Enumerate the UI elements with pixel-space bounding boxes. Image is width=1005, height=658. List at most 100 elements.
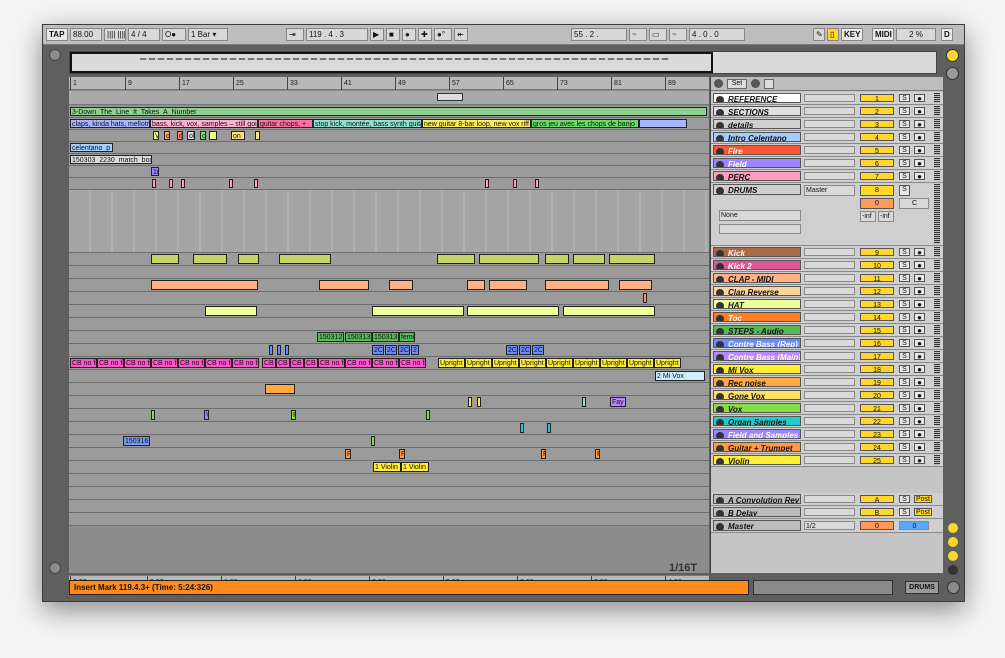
solo-button[interactable]: S <box>899 261 910 269</box>
solo-button[interactable]: S <box>899 274 910 282</box>
track-activator[interactable]: 11 <box>860 274 894 283</box>
arm-button[interactable]: ● <box>914 248 925 257</box>
clip[interactable]: CB no fi <box>399 358 426 368</box>
clip[interactable] <box>467 280 485 290</box>
clip[interactable] <box>426 410 430 420</box>
io-chooser[interactable] <box>804 248 855 256</box>
io-chooser[interactable] <box>804 378 855 386</box>
clip[interactable]: CB no fi <box>345 358 372 368</box>
track-lane[interactable] <box>69 292 709 305</box>
help-icon[interactable] <box>49 562 61 574</box>
arm-button[interactable]: ● <box>914 133 925 142</box>
solo-button[interactable]: S <box>899 352 910 360</box>
io-chooser[interactable] <box>804 456 855 464</box>
io-chooser[interactable] <box>804 300 855 308</box>
track-lane[interactable]: 150312 150313 150313 femi <box>69 331 709 344</box>
arm-button[interactable]: ● <box>914 404 925 413</box>
io-chooser[interactable]: Master <box>804 185 855 196</box>
clip[interactable] <box>545 280 609 290</box>
clip[interactable]: 1( <box>151 167 159 176</box>
track-activator[interactable]: 20 <box>860 391 894 400</box>
solo-button[interactable]: S <box>899 133 910 141</box>
solo-button[interactable]: S <box>899 146 910 154</box>
track-lane[interactable]: 3-Down_The_Line_It_Takes_A_Number <box>69 106 709 118</box>
clip[interactable] <box>151 410 155 420</box>
clip[interactable] <box>181 179 185 188</box>
solo-button[interactable]: S <box>899 443 910 451</box>
track-activator[interactable]: 7 <box>860 172 894 181</box>
tempo-field[interactable]: 88.00 <box>70 28 102 41</box>
clip[interactable] <box>639 119 687 128</box>
clip[interactable]: Upright <box>627 358 654 368</box>
track-activator[interactable]: 17 <box>860 352 894 361</box>
clip[interactable] <box>238 254 259 264</box>
master-volume[interactable]: 0 <box>860 521 894 530</box>
return-activator[interactable]: B <box>860 508 894 517</box>
io-toggle-icon[interactable] <box>948 523 958 533</box>
clip[interactable]: 2C <box>372 345 384 355</box>
return-track-name[interactable]: A Convolution Rev <box>713 494 801 504</box>
fold-arrow-icon[interactable] <box>716 250 724 256</box>
clip[interactable] <box>643 293 647 303</box>
clip[interactable]: ol <box>187 131 195 140</box>
track-name[interactable]: Fire <box>713 145 801 155</box>
clip[interactable] <box>513 179 517 188</box>
track-lane[interactable]: FFFF <box>69 448 709 461</box>
clip-view-icon[interactable] <box>946 49 959 62</box>
io-chooser[interactable] <box>804 495 855 503</box>
clip[interactable] <box>389 280 413 290</box>
track-activator[interactable]: 12 <box>860 287 894 296</box>
record-button[interactable]: ● <box>402 28 416 41</box>
io-chooser[interactable] <box>804 508 855 516</box>
arm-button[interactable]: ● <box>914 391 925 400</box>
fold-arrow-icon[interactable] <box>716 367 724 373</box>
arm-button[interactable]: ● <box>914 274 925 283</box>
clip[interactable] <box>229 179 233 188</box>
loop-switch[interactable]: ▭ <box>649 28 667 41</box>
arm-button[interactable]: ● <box>914 313 925 322</box>
solo-button[interactable]: S <box>899 404 910 412</box>
track-activator[interactable]: 1 <box>860 94 894 103</box>
monitor-field[interactable] <box>719 224 801 234</box>
track-name[interactable]: PERC <box>713 171 801 181</box>
clip[interactable] <box>485 179 489 188</box>
clip[interactable] <box>152 179 156 188</box>
clip[interactable]: CB <box>290 358 304 368</box>
clip[interactable] <box>520 423 524 433</box>
io-chooser[interactable] <box>804 261 855 269</box>
info-arrow-icon[interactable] <box>947 581 960 594</box>
pan-field[interactable]: C <box>899 198 929 209</box>
fold-arrow-icon[interactable] <box>716 109 724 115</box>
fold-arrow-icon[interactable] <box>716 122 724 128</box>
track-lane[interactable]: Fay <box>69 396 709 409</box>
track-activator[interactable]: 8 <box>860 185 894 196</box>
track-lane[interactable] <box>69 266 709 279</box>
clip[interactable]: 2C <box>385 345 397 355</box>
clip[interactable] <box>468 397 472 407</box>
clip[interactable] <box>255 131 260 140</box>
clip[interactable]: CB no fi <box>151 358 178 368</box>
track-name[interactable]: REFERENCE <box>713 93 801 103</box>
io-chooser[interactable] <box>804 133 855 141</box>
io-chooser[interactable] <box>804 159 855 167</box>
clip[interactable]: bass, kick, vox, samples – still going <box>150 119 258 128</box>
clip[interactable] <box>489 280 527 290</box>
fold-arrow-icon[interactable] <box>716 393 724 399</box>
io-chooser[interactable] <box>804 417 855 425</box>
arm-button[interactable]: ● <box>914 120 925 129</box>
clip[interactable] <box>437 254 475 264</box>
track-lane[interactable]: 2C 2C 2C 2 2C 2C 2C <box>69 344 709 357</box>
fold-arrow-icon[interactable] <box>716 263 724 269</box>
track-lane[interactable]: 1( <box>69 166 709 178</box>
io-chooser[interactable] <box>804 391 855 399</box>
track-lane[interactable]: VF <box>69 409 709 422</box>
clip[interactable]: 150313 <box>345 332 372 342</box>
clip[interactable]: CB no fi <box>124 358 151 368</box>
track-activator[interactable]: 3 <box>860 120 894 129</box>
volume-field[interactable]: 0 <box>860 198 894 209</box>
clip[interactable] <box>479 254 539 264</box>
clip[interactable]: 150303_2230_match_box <box>70 155 152 164</box>
fold-arrow-icon[interactable] <box>716 523 724 530</box>
clip[interactable] <box>573 254 605 264</box>
track-name[interactable]: details <box>713 119 801 129</box>
